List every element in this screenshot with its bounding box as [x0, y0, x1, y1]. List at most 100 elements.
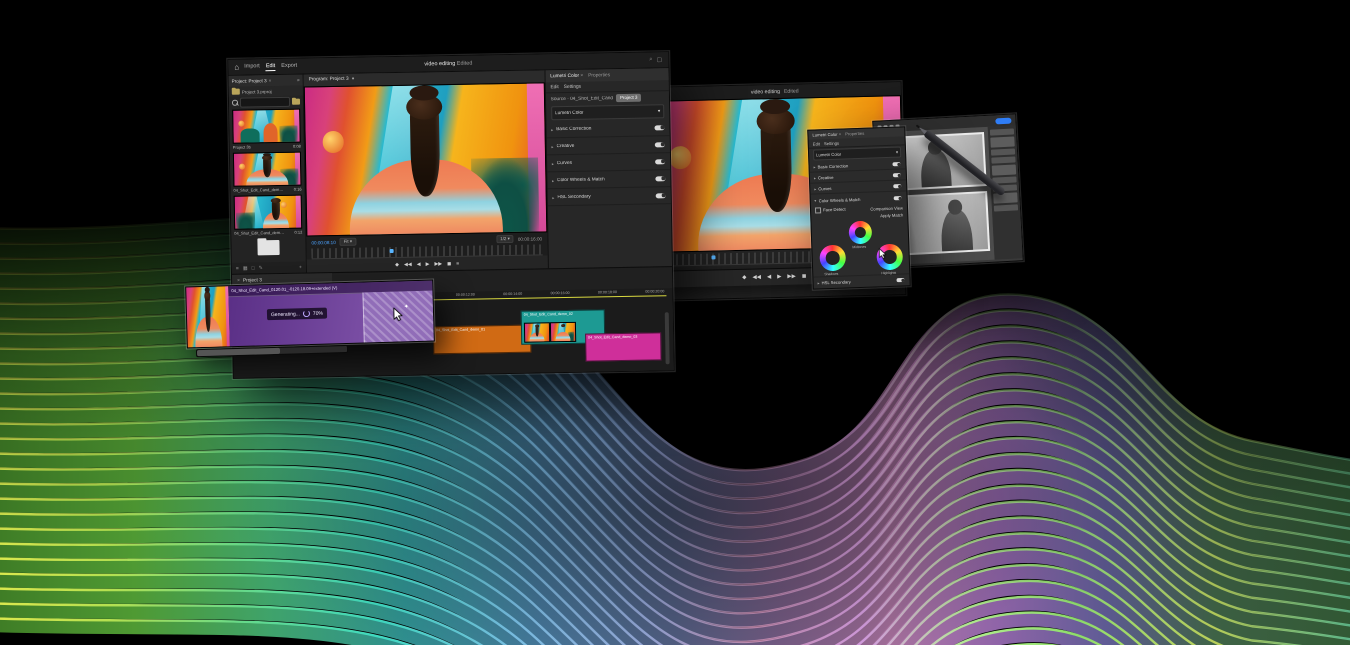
section-hsl-secondary[interactable]: ▸ HSL Secondary — [547, 187, 671, 206]
chevron-right-icon: ▸ — [813, 164, 815, 169]
folder-icon[interactable] — [257, 240, 279, 255]
back-window-status: Edited — [784, 88, 799, 94]
timeline-clip-pink[interactable]: 04_Shot_Edit_Cand_demo_03 — [585, 332, 661, 361]
toggle-switch[interactable] — [655, 142, 665, 147]
tab-edit[interactable]: Edit — [550, 85, 558, 90]
toggle-switch[interactable] — [893, 173, 901, 177]
transport-button[interactable]: ▶▶ — [787, 274, 796, 280]
shadows-label: Shadows — [824, 272, 838, 276]
chevron-right-icon: ▸ — [551, 127, 553, 132]
new-item-icon[interactable]: + — [299, 264, 302, 270]
section-hsl-secondary[interactable]: ▸ HSL Secondary — [813, 274, 909, 287]
playhead-timecode[interactable]: 00:00:08:10 — [311, 240, 335, 245]
tab-properties[interactable]: Properties — [588, 73, 610, 78]
section-basic-correction[interactable]: ▸ Basic Correction — [546, 119, 670, 138]
section-color-wheels-match[interactable]: ▸ Color Wheels & Match — [547, 170, 671, 189]
tab-settings[interactable]: Settings — [824, 140, 839, 146]
tab-settings[interactable]: Settings — [564, 84, 581, 89]
transport-button[interactable]: ◀ — [767, 274, 771, 280]
timeline-scrollbar[interactable] — [665, 312, 670, 364]
toggle-switch[interactable] — [893, 184, 901, 188]
chevron-right-icon: ▸ — [814, 175, 816, 180]
tool-icon[interactable]: ✎ — [259, 265, 263, 271]
play-button[interactable]: ▶ — [777, 274, 781, 280]
fit-dropdown[interactable]: Fit ▾ — [340, 238, 356, 246]
toggle-switch[interactable] — [656, 193, 666, 198]
tool-icon[interactable]: ▦ — [243, 265, 248, 271]
marker-button[interactable]: ◆ — [395, 261, 399, 267]
color-wheels-match-header[interactable]: ▸ Color Wheels & Match — [815, 193, 903, 205]
toggle-switch[interactable] — [654, 125, 664, 130]
tab-lumetri-color[interactable]: Lumetri Color × — [812, 132, 841, 138]
prev-frame-button[interactable]: ◀ — [417, 261, 421, 267]
workspaces-icon[interactable]: ▢ — [657, 56, 663, 63]
color-wheels: Midtones Shadows Highlights — [815, 219, 905, 274]
duration-timecode: 00:00:16:00 — [518, 236, 542, 241]
resolution-dropdown[interactable]: 1/2 ▾ — [496, 235, 514, 243]
new-bin-icon[interactable] — [292, 99, 300, 105]
search-icon — [232, 100, 238, 106]
close-icon[interactable]: × — [269, 78, 272, 83]
primary-action-button[interactable] — [995, 117, 1011, 124]
midtones-wheel[interactable] — [848, 221, 872, 245]
bin-thumbnail[interactable] — [233, 152, 302, 187]
tab-edit[interactable]: Edit — [813, 141, 820, 146]
bin-thumbnail[interactable] — [232, 109, 301, 144]
chevron-down-icon: ▾ — [658, 109, 661, 114]
tab-timeline[interactable]: Project 3 — [243, 278, 262, 283]
settings-button[interactable]: ≡ — [456, 260, 459, 266]
tool-icon[interactable]: □ — [251, 265, 254, 271]
shadows-wheel[interactable] — [819, 245, 846, 272]
section-creative[interactable]: ▸ Creative — [546, 136, 670, 155]
face-detect-checkbox[interactable]: Face Detect — [815, 206, 846, 213]
lumetri-color-panel-floating: Lumetri Color × Properties Edit Settings… — [807, 126, 911, 289]
bin-duration: 0:08 — [293, 144, 301, 149]
close-icon[interactable]: × — [237, 278, 240, 283]
toggle-switch[interactable] — [892, 162, 900, 166]
home-icon[interactable]: ⌂ — [234, 63, 239, 72]
transport-button[interactable]: ◆ — [742, 275, 746, 281]
tab-properties[interactable]: Properties — [845, 131, 864, 137]
lumetri-preset-dropdown[interactable]: Lumetri Color ▾ — [551, 104, 665, 120]
tab-edit[interactable]: Edit — [266, 63, 276, 71]
clip-chip[interactable]: Project 3 — [616, 94, 641, 102]
bin-name: Project 3b — [233, 144, 251, 149]
tab-export[interactable]: Export — [281, 62, 297, 70]
section-curves[interactable]: ▸ Curves — [547, 153, 671, 172]
stop-button[interactable]: ◼ — [447, 261, 451, 267]
toggle-switch[interactable] — [655, 176, 665, 181]
extended-clip[interactable]: 04_Shot_Edit_Cand_0120.01_-0120.18.09+ex… — [228, 281, 434, 347]
tab-lumetri-color[interactable]: Lumetri Color × — [550, 73, 583, 79]
step-forward-button[interactable]: ▶▶ — [434, 261, 442, 267]
highlights-label: Highlights — [881, 271, 896, 276]
transport-button[interactable]: ◼ — [802, 273, 807, 279]
bin-item[interactable]: 04_Shot_Edit_Cand_demo_020:12 — [231, 194, 306, 238]
comparison-view-button[interactable]: Comparison View — [870, 205, 903, 211]
panel-menu-icon[interactable]: ≡ — [297, 78, 300, 83]
search-input[interactable] — [240, 97, 290, 108]
tool-icon[interactable]: ≡ — [236, 265, 239, 271]
toggle-switch[interactable] — [655, 159, 665, 164]
project-icon — [232, 89, 240, 95]
step-back-button[interactable]: ◀◀ — [404, 261, 412, 267]
transport-button[interactable]: ◀◀ — [752, 274, 761, 280]
source-clip-label: Source · 04_Shot_Edit_Cand — [551, 96, 613, 102]
tab-project[interactable]: Project: Project 3 — [232, 78, 267, 84]
bin-item[interactable]: Project 3b 0:08 — [229, 108, 304, 152]
toggle-switch[interactable] — [896, 277, 904, 281]
search-icon[interactable]: ⌕ — [649, 56, 652, 63]
toggle-switch[interactable] — [894, 196, 902, 200]
adjustments-sidebar[interactable] — [988, 125, 1023, 259]
chevron-right-icon: ▸ — [551, 144, 553, 149]
lumetri-color-panel-docked: Lumetri Color × Properties Edit Settings… — [544, 68, 672, 268]
apply-match-button[interactable]: Apply Match — [880, 212, 903, 218]
program-monitor-image — [304, 82, 547, 236]
play-button[interactable]: ▶ — [426, 261, 430, 267]
bin-item[interactable]: 04_Shot_Edit_Cand_demo_010:16 — [230, 151, 305, 195]
tab-import[interactable]: Import — [244, 63, 260, 71]
timeline-clip-orange[interactable]: 04_Shot_Edit_Cand_demo_01 — [433, 325, 531, 355]
modified-dot: ● — [352, 77, 355, 82]
tab-program[interactable]: Program: Project 3 — [309, 77, 349, 83]
chevron-down-icon: ▸ — [813, 200, 818, 202]
bin-thumbnail[interactable] — [234, 195, 303, 230]
